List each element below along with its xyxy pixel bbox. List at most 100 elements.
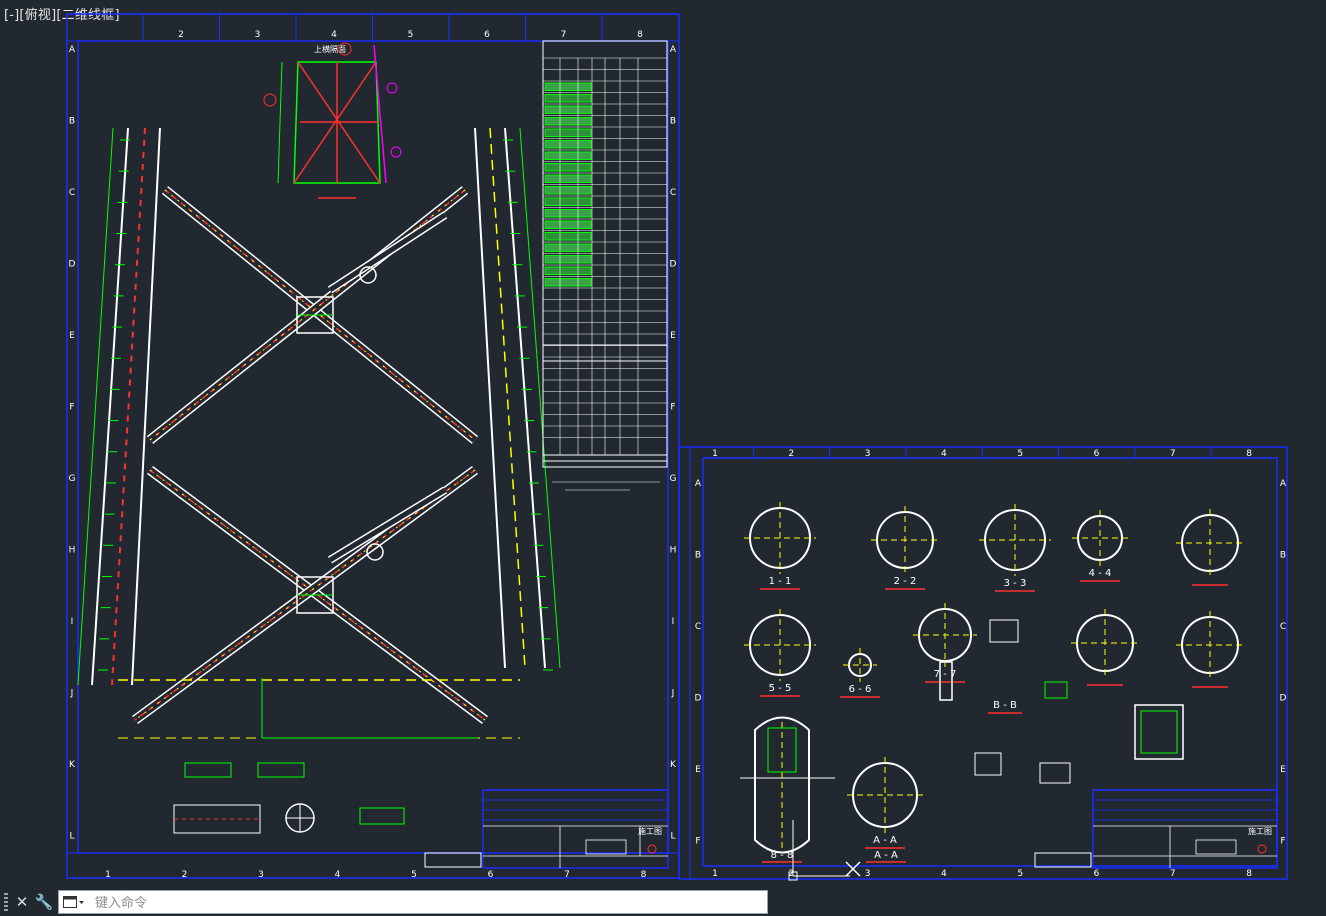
sheet-right-zone-number: 1 bbox=[712, 869, 718, 879]
material-table-highlight bbox=[544, 232, 592, 241]
material-table-highlight bbox=[544, 209, 592, 218]
sheet-left-zone-letter: H bbox=[69, 546, 76, 556]
title-block-status-mark bbox=[1257, 844, 1267, 854]
detail-plate-assembly bbox=[1134, 704, 1184, 760]
section-bb-plate bbox=[989, 619, 1019, 643]
section-label: A - A bbox=[873, 835, 897, 846]
title-block-drawing-name bbox=[585, 839, 627, 855]
sheet-left-zone-letter: A bbox=[69, 45, 76, 55]
material-table-highlight bbox=[544, 266, 592, 275]
section-label: 7 - 7 bbox=[934, 669, 957, 680]
sheet-left-zone-number: 5 bbox=[411, 870, 417, 880]
material-table-highlight bbox=[544, 140, 592, 149]
detail-small-plate bbox=[974, 752, 1002, 776]
title-block-stamp: 施工图 bbox=[1248, 826, 1272, 836]
sheet-left-zone-letter: E bbox=[69, 331, 75, 341]
detail-plate-view bbox=[184, 762, 232, 778]
sheet-left-zone-letter: J bbox=[70, 689, 74, 699]
sheet-right-zone-letter: B bbox=[1280, 551, 1286, 561]
scale-box bbox=[424, 852, 482, 868]
sheet-right-zone-letter: C bbox=[695, 622, 701, 632]
sheet-left-zone-letter: E bbox=[670, 331, 676, 341]
sheet-right-zone-number: 3 bbox=[865, 869, 871, 879]
sheet-right-zone-letter: A bbox=[695, 479, 702, 489]
tower-leg-member bbox=[91, 127, 129, 686]
sheet-left-zone-number: 8 bbox=[641, 870, 647, 880]
sheet-right-zone-number: 6 bbox=[1094, 449, 1100, 459]
sheet-left-zone-letter: A bbox=[670, 45, 677, 55]
sheet-left-zone-number: 3 bbox=[258, 870, 264, 880]
sheet-right-zone-number: 8 bbox=[1246, 449, 1252, 459]
sheet-left-zone-letter: J bbox=[671, 689, 675, 699]
sheet-right-zone-number: 1 bbox=[712, 449, 718, 459]
section-label: 6 - 6 bbox=[849, 684, 872, 695]
close-icon[interactable]: ✕ bbox=[12, 891, 32, 913]
sheet-right-zone-letter: D bbox=[695, 694, 702, 704]
sheet-left-zone-number: 8 bbox=[637, 30, 643, 40]
sheet-left-zone-letter: D bbox=[69, 260, 76, 270]
section-label: A - A bbox=[874, 850, 898, 861]
auxiliary-strut-core bbox=[328, 487, 447, 563]
section-label: B - B bbox=[993, 700, 1017, 711]
wrench-icon[interactable]: 🔧 bbox=[34, 891, 54, 913]
sheet-right-zone-number: 4 bbox=[941, 869, 947, 879]
detail-small-plate bbox=[1044, 681, 1068, 699]
sheet-left-zone-letter: F bbox=[69, 403, 74, 413]
sheet-right-zone-letter: B bbox=[695, 551, 701, 561]
material-table-highlight bbox=[544, 186, 592, 195]
section-label: 2 - 2 bbox=[894, 576, 917, 587]
sheet-left-zone-number: 1 bbox=[105, 870, 111, 880]
sheet-left-zone-number: 2 bbox=[182, 870, 188, 880]
sheet-left-zone-number: 6 bbox=[488, 870, 494, 880]
material-table-highlight bbox=[544, 220, 592, 229]
sheet-right-zone-letter: C bbox=[1280, 622, 1286, 632]
sheet-left-zone-letter: F bbox=[670, 403, 675, 413]
tower-leg-member bbox=[474, 127, 506, 669]
section-7-7-stem bbox=[939, 661, 953, 701]
tower-leg-hidden-line bbox=[111, 127, 146, 686]
sheet-left-zone-letter: H bbox=[670, 546, 677, 556]
sheet-left-zone-number: 6 bbox=[484, 30, 490, 40]
section-label: 3 - 3 bbox=[1004, 578, 1027, 589]
title-block-drawing-name bbox=[1195, 839, 1237, 855]
sheet-left-inner-frame bbox=[77, 40, 669, 854]
sheet-right-zone-number: 7 bbox=[1170, 869, 1176, 879]
sheet-right-zone-letter: F bbox=[1280, 837, 1285, 847]
material-table-highlight bbox=[544, 197, 592, 206]
material-table-highlight bbox=[544, 117, 592, 126]
sheet-left-zone-letter: B bbox=[670, 117, 676, 127]
tower-leg-centerline bbox=[489, 127, 526, 669]
sheet-left-zone-letter: I bbox=[672, 617, 675, 627]
sheet-right-zone-number: 8 bbox=[1246, 869, 1252, 879]
sheet-right-zone-number: 2 bbox=[788, 449, 794, 459]
drawing-canvas[interactable]: 2 3 4 5 6 7 8 1 2 3 4 5 6 7 8 A A B B C C D D E E F F G G H H I I J J K K L L 上… bbox=[0, 0, 1326, 886]
sheet-right-zone-number: 6 bbox=[1094, 869, 1100, 879]
drag-grip-icon[interactable] bbox=[4, 893, 8, 911]
sheet-left-zone-number: 5 bbox=[408, 30, 414, 40]
detail-bubble bbox=[390, 146, 402, 158]
sheet-left-zone-letter: K bbox=[69, 760, 76, 770]
sheet-left-zone-letter: C bbox=[69, 188, 75, 198]
sheet-right-zone-letter: A bbox=[1280, 479, 1287, 489]
material-table-highlight bbox=[544, 82, 592, 91]
material-table-highlight bbox=[544, 128, 592, 137]
sheet-right-zone-letter: E bbox=[1280, 765, 1286, 775]
command-input[interactable] bbox=[93, 891, 767, 915]
sheet-left-zone-letter: C bbox=[670, 188, 676, 198]
sheet-left-zone-letter: L bbox=[69, 832, 74, 842]
sheet-left-zone-letter: K bbox=[670, 760, 677, 770]
command-prompt-icon[interactable] bbox=[63, 895, 85, 910]
command-line-bar: ✕ 🔧 bbox=[0, 888, 1326, 916]
drawing-title-label: 上横隔面 bbox=[314, 44, 346, 54]
sheet-right-zone-number: 7 bbox=[1170, 449, 1176, 459]
material-table-highlight bbox=[544, 105, 592, 114]
sheet-left-zone-number: 4 bbox=[335, 870, 341, 880]
sheet-right-zone-number: 5 bbox=[1017, 869, 1023, 879]
material-table-highlight bbox=[544, 278, 592, 287]
sheet-left-zone-letter: D bbox=[670, 260, 677, 270]
sheet-left-zone-letter: G bbox=[670, 474, 677, 484]
sheet-left-zone-letter: I bbox=[71, 617, 74, 627]
sheet-left-zone-number: 7 bbox=[564, 870, 570, 880]
tower-leg-member bbox=[131, 127, 161, 686]
detail-plate-view bbox=[359, 807, 405, 825]
